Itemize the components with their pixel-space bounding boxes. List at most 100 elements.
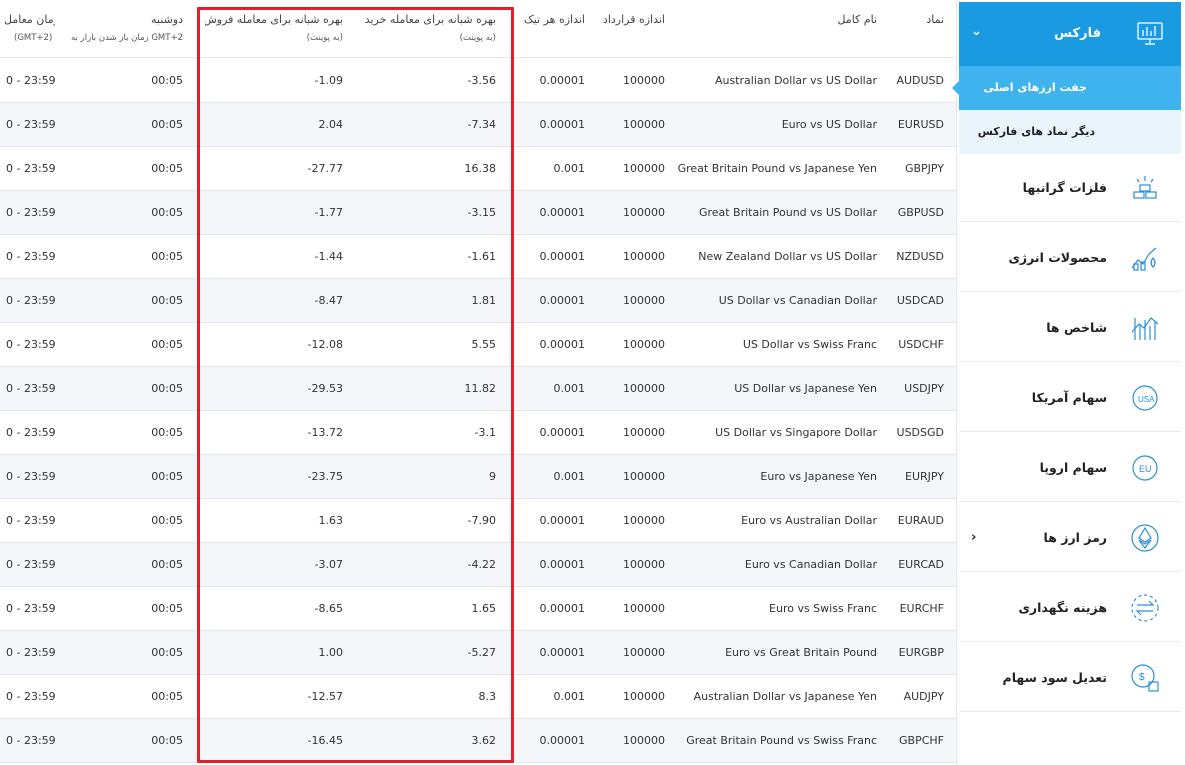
sidebar-category-usa-stocks[interactable]: سهام آمریکا USA	[959, 364, 1181, 432]
cell-sell-swap: -8.47	[314, 294, 343, 307]
header-symbol[interactable]: نماد	[890, 0, 944, 58]
cell-symbol: GBPJPY	[904, 162, 944, 175]
cell-symbol: EURGBP	[898, 646, 944, 659]
table-row[interactable]: EURCAD Euro vs Canadian Dollar 100000 0.000…	[0, 543, 956, 587]
usa-stocks-icon: USA	[1129, 382, 1161, 414]
cell-sell-swap: -3.07	[314, 558, 343, 571]
table-row[interactable]: EURAUD Euro vs Australian Dollar 100000 0.0…	[0, 499, 956, 543]
cell-monday-open: 00:05	[151, 250, 183, 263]
sidebar-category-oil-pump[interactable]: محصولات انرژی	[959, 224, 1181, 292]
table-row[interactable]: USDSGD US Dollar vs Singapore Dollar 10000…	[0, 411, 956, 455]
dividend-icon: $	[1129, 662, 1161, 694]
sidebar-category-eu-stocks[interactable]: سهام اروپا EU	[959, 434, 1181, 502]
cell-contract-size: 100000	[623, 426, 665, 439]
cell-monday-open: 00:05	[151, 426, 183, 439]
cell-fullname: Euro vs Swiss Franc	[769, 602, 877, 615]
other-forex-label: دیگر نماد های فارکس	[977, 125, 1095, 138]
cell-fullname: Australian Dollar vs Japanese Yen	[693, 690, 877, 703]
cell-buy-swap: -1.61	[467, 250, 496, 263]
sidebar-item-other-forex[interactable]: دیگر نماد های فارکس	[959, 110, 1181, 154]
cell-trading-time: 0 - 23:59	[6, 206, 55, 219]
cell-tick-size: 0.00001	[539, 558, 586, 571]
header-buy-swap[interactable]: بهره شبانه برای معامله خرید (به پوینت)	[355, 0, 496, 58]
chevron-right-icon[interactable]: ›	[971, 504, 976, 572]
cell-fullname: Euro vs Australian Dollar	[741, 514, 877, 527]
sidebar-category-dividend[interactable]: تعدیل سود سهام $	[959, 644, 1181, 712]
cell-tick-size: 0.00001	[539, 294, 586, 307]
cell-trading-time: 0 - 23:59	[6, 602, 55, 615]
cell-fullname: Euro vs US Dollar	[781, 118, 877, 131]
cell-fullname: Euro vs Japanese Yen	[760, 470, 877, 483]
cell-sell-swap: -16.45	[307, 734, 343, 747]
sidebar-item-major-pairs[interactable]: جفت ارزهای اصلی	[952, 66, 1181, 110]
table-row[interactable]: GBPJPY Great Britain Pound vs Japanese Ye…	[0, 147, 956, 191]
cell-symbol: USDCHF	[898, 338, 944, 351]
cell-buy-swap: -4.22	[467, 558, 496, 571]
index-chart-icon	[1129, 312, 1161, 344]
cell-trading-time: 0 - 23:59	[6, 338, 55, 351]
category-label: محصولات انرژی	[1008, 250, 1107, 265]
table-row[interactable]: EURUSD Euro vs US Dollar 100000 0.00001 -7.3…	[0, 103, 956, 147]
header-buy-unit: (به پوینت)	[459, 33, 496, 43]
cell-sell-swap: -27.77	[307, 162, 343, 175]
cell-symbol: NZDUSD	[896, 250, 944, 263]
category-label: فلزات گرانبها	[1022, 180, 1107, 195]
table-row[interactable]: GBPCHF Great Britain Pound vs Swiss Franc…	[0, 719, 956, 763]
cell-contract-size: 100000	[623, 294, 665, 307]
svg-text:EU: EU	[1139, 464, 1152, 474]
cell-tick-size: 0.00001	[539, 602, 586, 615]
sidebar-category-index-chart[interactable]: شاخص ها	[959, 294, 1181, 362]
table-row[interactable]: AUDJPY Australian Dollar vs Japanese Yen 1…	[0, 675, 956, 719]
cell-tick-size: 0.00001	[539, 74, 586, 87]
sidebar-category-gold-bars[interactable]: فلزات گرانبها	[959, 154, 1181, 222]
cell-buy-swap: -3.56	[467, 74, 496, 87]
cell-symbol: AUDJPY	[903, 690, 944, 703]
header-time-label: زمان معامل	[4, 13, 55, 26]
cell-contract-size: 100000	[623, 470, 665, 483]
table-row[interactable]: USDCHF US Dollar vs Swiss Franc 100000 0.00…	[0, 323, 956, 367]
table-row[interactable]: EURCHF Euro vs Swiss Franc 100000 0.00001 1.…	[0, 587, 956, 631]
table-row[interactable]: NZDUSD New Zealand Dollar vs US Dollar 100…	[0, 235, 956, 279]
cell-buy-swap: -5.27	[467, 646, 496, 659]
table-row[interactable]: GBPUSD Great Britain Pound vs US Dollar 10…	[0, 191, 956, 235]
cell-monday-open: 00:05	[151, 382, 183, 395]
header-sell-swap[interactable]: بهره شبانه برای معامله فروش (به پوینت)	[205, 0, 343, 58]
header-tick-label: اندازه هر تیک	[523, 13, 585, 26]
cell-contract-size: 100000	[623, 558, 665, 571]
cell-contract-size: 100000	[623, 338, 665, 351]
header-symbol-label: نماد	[926, 13, 944, 26]
category-label: سهام آمریکا	[1031, 390, 1107, 405]
forex-label: فارکس	[1054, 26, 1101, 41]
cell-trading-time: 0 - 23:59	[6, 74, 55, 87]
header-contract[interactable]: اندازه قرارداد	[595, 0, 665, 58]
forex-category[interactable]: ⌄ فارکس	[959, 2, 1181, 66]
cell-tick-size: 0.00001	[539, 206, 586, 219]
header-trading-time[interactable]: زمان معامل (GMT+2)	[0, 0, 55, 58]
header-monday[interactable]: دوشنبه زمان باز شدن بازار به GMT+2	[60, 0, 183, 58]
oil-pump-icon	[1129, 242, 1161, 274]
table-row[interactable]: AUDUSD Australian Dollar vs US Dollar 1000…	[0, 59, 956, 103]
table-row[interactable]: EURJPY Euro vs Japanese Yen 100000 0.001 9 -2…	[0, 455, 956, 499]
major-pairs-label: جفت ارزهای اصلی	[983, 81, 1087, 94]
svg-text:USA: USA	[1138, 395, 1155, 404]
sidebar-category-ethereum[interactable]: › رمز ارز ها	[959, 504, 1181, 572]
header-tick[interactable]: اندازه هر تیک	[515, 0, 585, 58]
header-fullname[interactable]: نام کامل	[660, 0, 877, 58]
sidebar-category-swap-arrows[interactable]: هزینه نگهداری	[959, 574, 1181, 642]
cell-sell-swap: 2.04	[318, 118, 344, 131]
cell-trading-time: 0 - 23:59	[6, 294, 55, 307]
cell-fullname: US Dollar vs Japanese Yen	[734, 382, 877, 395]
category-label: سهام اروپا	[1039, 460, 1107, 475]
table-row[interactable]: USDJPY US Dollar vs Japanese Yen 100000 0.0…	[0, 367, 956, 411]
cell-buy-swap: 1.81	[471, 294, 497, 307]
cell-sell-swap: -29.53	[307, 382, 343, 395]
cell-symbol: GBPCHF	[899, 734, 944, 747]
chevron-down-icon[interactable]: ⌄	[971, 24, 982, 39]
cell-fullname: US Dollar vs Singapore Dollar	[715, 426, 877, 439]
cell-monday-open: 00:05	[151, 734, 183, 747]
table-row[interactable]: EURGBP Euro vs Great Britain Pound 100000 0…	[0, 631, 956, 675]
cell-monday-open: 00:05	[151, 602, 183, 615]
table-row[interactable]: USDCAD US Dollar vs Canadian Dollar 100000…	[0, 279, 956, 323]
cell-trading-time: 0 - 23:59	[6, 470, 55, 483]
cell-sell-swap: -13.72	[307, 426, 343, 439]
